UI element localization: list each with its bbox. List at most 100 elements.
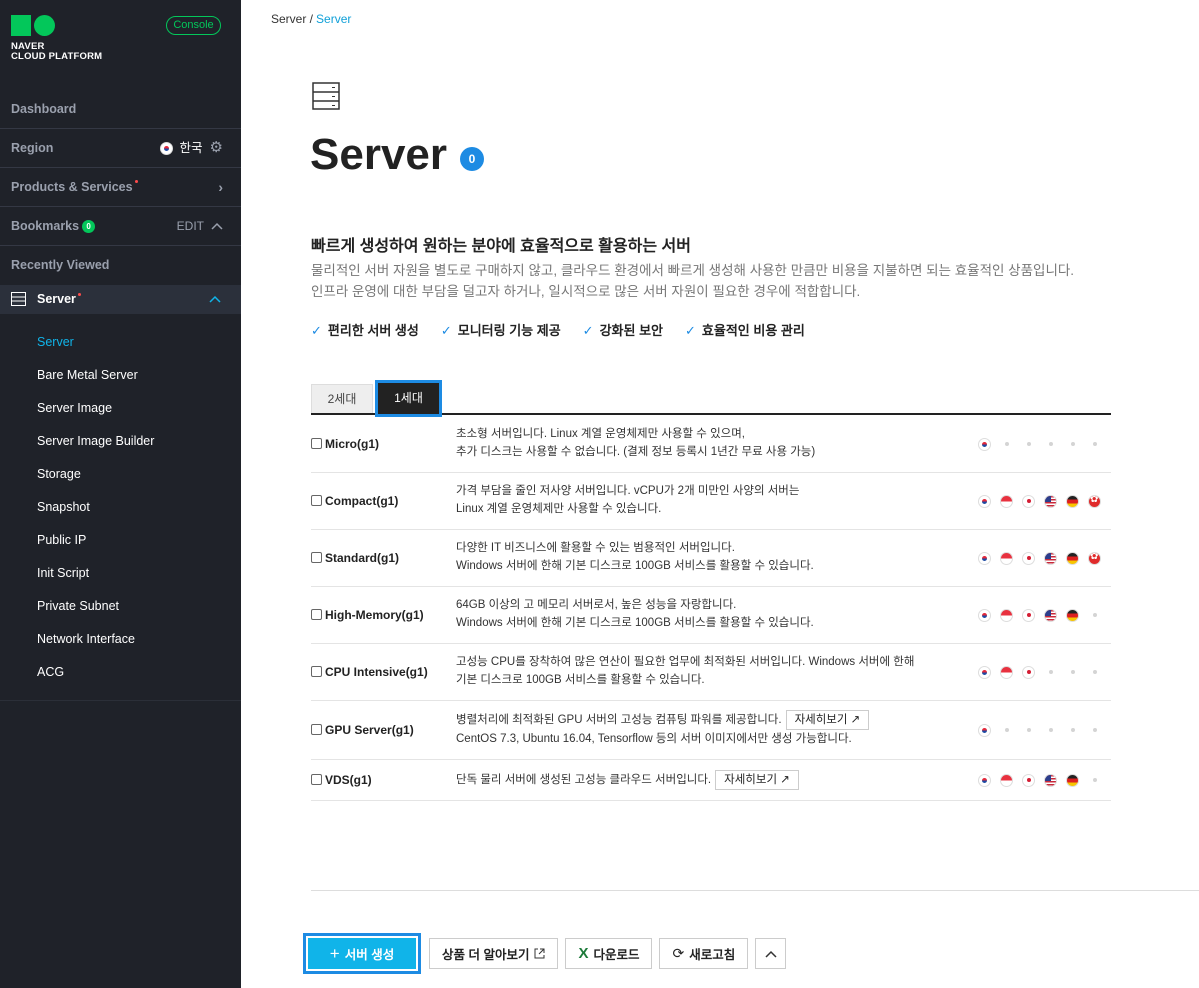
server-icon <box>312 82 340 110</box>
submenu-storage[interactable]: Storage <box>37 458 154 491</box>
unavailable-dot-icon <box>1026 442 1031 446</box>
kr-flag-icon <box>978 494 991 508</box>
check-icon: ✓ <box>311 323 322 338</box>
region-flags <box>978 773 1101 787</box>
bookmarks-edit-button[interactable]: EDIT <box>177 207 204 245</box>
unavailable-dot-icon <box>1070 670 1075 674</box>
de-flag-icon <box>1066 608 1079 622</box>
nav-bookmarks[interactable]: Bookmarks 0 EDIT <box>0 207 241 246</box>
jp-flag-icon <box>1022 551 1035 565</box>
breadcrumb-root[interactable]: Server / <box>271 12 313 26</box>
server-type-name: Micro(g1) <box>311 437 379 451</box>
submenu-snapshot[interactable]: Snapshot <box>37 491 154 524</box>
server-type-row: High-Memory(g1) 64GB 이상의 고 메모리 서버로서, 높은 성… <box>311 587 1111 644</box>
unavailable-dot-icon <box>1070 442 1075 446</box>
nav-region[interactable]: Region 한국 ⚙ <box>0 129 241 168</box>
jp-flag-icon <box>1022 608 1035 622</box>
chevron-up-icon[interactable] <box>209 295 221 303</box>
nav-dashboard[interactable]: Dashboard <box>0 90 241 129</box>
chevron-up-icon[interactable] <box>211 222 223 230</box>
breadcrumb-current: Server <box>316 12 352 26</box>
submenu-public-ip[interactable]: Public IP <box>37 524 154 557</box>
server-type-icon <box>311 609 322 620</box>
us-flag-icon <box>1044 773 1057 787</box>
learn-more-button[interactable]: 상품 더 알아보기 <box>429 938 559 969</box>
external-link-icon <box>534 948 545 959</box>
details-button[interactable]: 자세히보기 ↗ <box>785 710 870 730</box>
description-line1: 초소형 서버입니다. Linux 계열 운영체제만 사용할 수 있으며, <box>456 428 746 440</box>
us-flag-icon <box>1044 494 1057 508</box>
nav-products-label: Products & Services <box>11 180 133 194</box>
server-submenu: Server Bare Metal Server Server Image Se… <box>37 326 154 689</box>
feature-label: 편리한 서버 생성 <box>327 323 419 338</box>
download-label: 다운로드 <box>593 948 640 962</box>
breadcrumb: Server / Server <box>271 12 351 26</box>
submenu-server-image-builder[interactable]: Server Image Builder <box>37 425 154 458</box>
submenu-acg[interactable]: ACG <box>37 656 154 689</box>
naver-cloud-logo[interactable]: NAVER CLOUD PLATFORM <box>11 15 102 62</box>
server-type-name: CPU Intensive(g1) <box>311 665 428 679</box>
kr-flag-icon <box>978 551 991 565</box>
sidebar: NAVER CLOUD PLATFORM Console Dashboard Re… <box>0 0 241 988</box>
submenu-server[interactable]: Server <box>37 326 154 359</box>
server-type-label: High-Memory(g1) <box>325 607 424 622</box>
hk-flag-icon <box>1088 494 1101 508</box>
feature-label: 효율적인 비용 관리 <box>701 323 805 338</box>
server-count-badge: 0 <box>460 147 484 171</box>
nav-products[interactable]: Products & Services › <box>0 168 241 207</box>
sg-flag-icon <box>1000 665 1013 679</box>
server-type-table: Micro(g1) 초소형 서버입니다. Linux 계열 운영체제만 사용할 수… <box>311 416 1111 801</box>
feature-label: 모니터링 기능 제공 <box>457 323 561 338</box>
server-type-icon <box>311 495 322 506</box>
server-type-label: VDS(g1) <box>325 772 372 787</box>
nav-server-label: Server <box>37 292 76 306</box>
page-subheading: 빠르게 생성하여 원하는 분야에 효율적으로 활용하는 서버 <box>311 238 691 255</box>
server-type-icon <box>311 774 322 785</box>
de-flag-icon <box>1066 773 1079 787</box>
server-type-name: Compact(g1) <box>311 494 398 508</box>
description-line2: 추가 디스크는 사용할 수 없습니다. (결제 정보 등록시 1년간 무료 사용… <box>456 446 816 458</box>
unavailable-dot-icon <box>1070 728 1075 732</box>
page-title: Server <box>310 130 448 179</box>
nav-recently-viewed: Recently Viewed <box>0 246 241 285</box>
submenu-network-interface[interactable]: Network Interface <box>37 623 154 656</box>
sg-flag-icon <box>1000 494 1013 508</box>
server-type-description: 고성능 CPU를 장착하여 많은 연산이 필요한 업무에 최적화된 서버입니다.… <box>456 653 971 689</box>
server-type-icon <box>311 552 322 563</box>
feature-item: ✓ 편리한 서버 생성 <box>311 320 419 339</box>
jp-flag-icon <box>1022 773 1035 787</box>
server-type-icon <box>311 724 322 735</box>
refresh-button[interactable]: ⟳ 새로고침 <box>659 938 749 969</box>
submenu-private-subnet[interactable]: Private Subnet <box>37 590 154 623</box>
action-bar: + 서버 생성 상품 더 알아보기 X 다운로드 ⟳ 새로고침 <box>303 933 787 974</box>
check-icon: ✓ <box>440 323 452 338</box>
nav-server-group[interactable]: Server <box>0 285 241 314</box>
plus-icon: + <box>329 943 340 963</box>
submenu-init-script[interactable]: Init Script <box>37 557 154 590</box>
nav-region-label: Region <box>11 141 54 155</box>
description-line1: 병렬처리에 최적화된 GPU 서버의 고성능 컴퓨팅 파워를 제공합니다. <box>456 714 782 726</box>
submenu-server-image[interactable]: Server Image <box>37 392 154 425</box>
tab-gen1[interactable]: 1세대 <box>375 380 442 417</box>
new-dot-icon <box>134 180 138 183</box>
server-type-description: 초소형 서버입니다. Linux 계열 운영체제만 사용할 수 있으며, 추가 디… <box>456 425 971 461</box>
tab-gen2[interactable]: 2세대 <box>311 384 373 413</box>
unavailable-dot-icon <box>1048 728 1053 732</box>
scroll-top-button[interactable] <box>755 938 787 969</box>
description-line2: CentOS 7.3, Ubuntu 16.04, Tensorflow 등의 … <box>456 733 852 745</box>
submenu-bare-metal-server[interactable]: Bare Metal Server <box>37 359 154 392</box>
server-type-row: Compact(g1) 가격 부담을 줄인 저사양 서버입니다. vCPU가 2개… <box>311 473 1111 530</box>
gear-icon[interactable]: ⚙ <box>210 129 223 167</box>
sidebar-footer <box>0 700 241 988</box>
new-dot-icon <box>77 293 81 296</box>
server-type-description: 64GB 이상의 고 메모리 서버로서, 높은 성능을 자랑합니다. Window… <box>456 596 971 632</box>
check-icon: ✓ <box>685 323 696 338</box>
nav-bookmarks-label: Bookmarks <box>11 219 80 233</box>
server-type-name: High-Memory(g1) <box>311 608 424 622</box>
details-button[interactable]: 자세히보기 ↗ <box>715 770 799 790</box>
unavailable-dot-icon <box>1092 613 1097 617</box>
download-button[interactable]: X 다운로드 <box>565 938 653 969</box>
create-server-button[interactable]: + 서버 생성 <box>303 933 421 974</box>
console-button[interactable]: Console <box>166 16 221 35</box>
external-link-icon: ↗ <box>777 774 790 786</box>
